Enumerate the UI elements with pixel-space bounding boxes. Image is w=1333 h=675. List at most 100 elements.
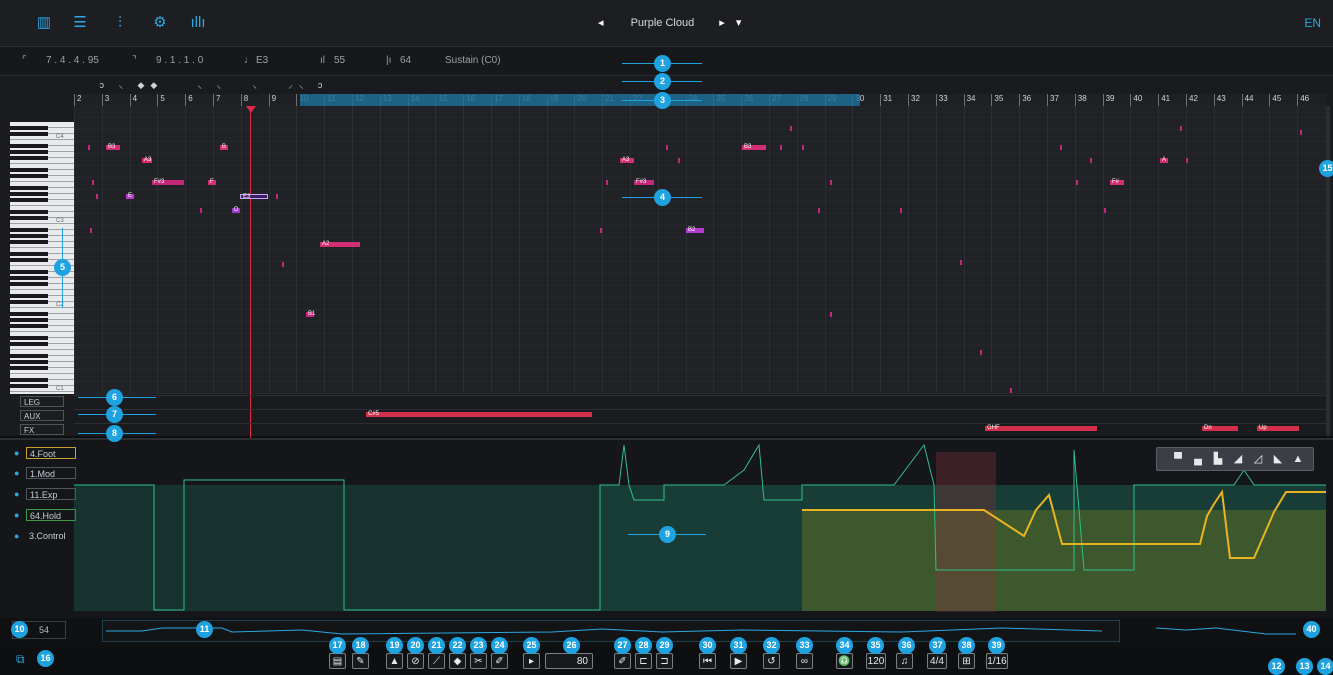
note[interactable]	[606, 180, 608, 185]
note[interactable]: A2	[320, 241, 360, 247]
bar-number[interactable]: 37	[1047, 94, 1075, 106]
controller-name[interactable]: Sustain (C0)	[445, 55, 501, 66]
tempo-field[interactable]: 120	[866, 653, 886, 669]
controller-value[interactable]: 64	[400, 55, 411, 66]
velocity-field[interactable]: 80	[545, 653, 593, 669]
cut-icon[interactable]: ✂	[470, 653, 487, 669]
note[interactable]: B2	[686, 227, 704, 233]
note[interactable]	[92, 180, 94, 185]
bar-number[interactable]: 9	[268, 94, 297, 106]
edit-icon[interactable]: ✎	[352, 653, 369, 669]
note[interactable]	[818, 208, 820, 213]
bar-number[interactable]: 7	[213, 94, 241, 106]
bar-number[interactable]: 41	[1158, 94, 1186, 106]
position-value[interactable]: 7 . 4 . 4 . 95	[46, 55, 99, 66]
note[interactable]: B1	[306, 311, 315, 317]
controller-row[interactable]: ● 64.Hold	[10, 509, 76, 521]
bar-number[interactable]: 38	[1074, 94, 1103, 106]
bar-number[interactable]: 8	[240, 94, 269, 106]
ramp3-icon[interactable]: ◣	[1271, 452, 1285, 466]
bar-number[interactable]: 4	[129, 94, 158, 106]
note-selected[interactable]: E3	[240, 194, 268, 200]
note[interactable]	[830, 312, 832, 317]
fx-clip[interactable]: Dn	[1202, 425, 1238, 431]
note[interactable]	[830, 180, 832, 185]
next-preset-icon[interactable]: ▸	[719, 17, 725, 29]
bar-number[interactable]: 44	[1241, 94, 1270, 106]
controller-label[interactable]: 64.Hold	[26, 509, 76, 521]
note[interactable]	[780, 145, 782, 150]
note[interactable]	[960, 260, 962, 265]
controller-row[interactable]: ● 3.Control	[10, 530, 70, 542]
lane-label-fx[interactable]: FX	[20, 424, 64, 435]
loop-icon[interactable]: ↺	[763, 653, 780, 669]
note[interactable]	[90, 228, 92, 233]
note[interactable]	[600, 228, 602, 233]
bar-number[interactable]: 3	[101, 94, 130, 106]
bar-number[interactable]: 45	[1269, 94, 1297, 106]
glue-icon[interactable]: ✐	[491, 653, 508, 669]
bar-number[interactable]: 46	[1297, 94, 1325, 106]
piano-roll-icon[interactable]: ▥	[34, 14, 54, 32]
length-value[interactable]: 9 . 1 . 1 . 0	[156, 55, 203, 66]
triangle-icon[interactable]: ▲	[1291, 452, 1305, 466]
piano-keyboard[interactable]: C4 C3 C2 C1	[10, 122, 74, 394]
eraser-icon[interactable]: ◆	[449, 653, 466, 669]
preset-selector[interactable]: ◂ Purple Cloud ▸ ▾	[598, 16, 758, 32]
mute-icon[interactable]: ⊘	[407, 653, 424, 669]
bar-number[interactable]: 35	[991, 94, 1019, 106]
step3-icon[interactable]: ▙	[1211, 452, 1225, 466]
note[interactable]	[678, 158, 680, 163]
eye-icon[interactable]: ●	[14, 467, 19, 479]
note[interactable]	[88, 145, 90, 150]
controller-curves[interactable]	[74, 440, 1328, 616]
velocity-value[interactable]: 55	[334, 55, 345, 66]
quantize-start-icon[interactable]: ⊏	[635, 653, 652, 669]
note[interactable]: B3	[742, 144, 766, 150]
layers-icon[interactable]: ⧉	[16, 652, 30, 666]
note[interactable]	[1300, 130, 1302, 135]
note[interactable]	[790, 126, 792, 131]
note[interactable]: B3	[106, 144, 120, 150]
note[interactable]: F#	[1110, 179, 1124, 185]
bar-number[interactable]: 42	[1186, 94, 1214, 106]
fx-clip[interactable]: Up	[1257, 425, 1299, 431]
prev-preset-icon[interactable]: ◂	[598, 17, 604, 29]
ramp-icon[interactable]: ◢	[1231, 452, 1245, 466]
note[interactable]	[1090, 158, 1092, 163]
preset-menu-icon[interactable]: ▾	[736, 17, 742, 29]
note[interactable]	[1186, 158, 1188, 163]
bar-number[interactable]: 5	[157, 94, 185, 106]
bar-number[interactable]: 32	[908, 94, 936, 106]
quantize-end-icon[interactable]: ⊐	[656, 653, 673, 669]
note[interactable]: A	[1160, 157, 1168, 163]
bar-number[interactable]: 33	[935, 94, 964, 106]
step2-icon[interactable]: ▄	[1191, 452, 1205, 466]
loop-region[interactable]	[300, 94, 860, 106]
note[interactable]: D	[232, 207, 240, 213]
bar-number[interactable]: 6	[185, 94, 213, 106]
note[interactable]	[1060, 145, 1062, 150]
note[interactable]	[96, 194, 98, 199]
bar-number[interactable]: 2	[74, 94, 102, 106]
speaker-icon[interactable]: ♫	[896, 653, 913, 669]
link-icon[interactable]: ∞	[796, 653, 813, 669]
note[interactable]: F#3	[634, 179, 654, 185]
bar-number[interactable]: 34	[963, 94, 992, 106]
brush-icon[interactable]: ✐	[614, 653, 631, 669]
note[interactable]	[1010, 388, 1012, 393]
note[interactable]	[1104, 208, 1106, 213]
note[interactable]	[666, 145, 668, 150]
controller-row[interactable]: ● 11.Exp	[10, 488, 76, 500]
note[interactable]	[200, 208, 202, 213]
note[interactable]	[900, 208, 902, 213]
bar-number[interactable]: 40	[1130, 94, 1158, 106]
controller-label[interactable]: 11.Exp	[26, 488, 76, 500]
note[interactable]: A3	[142, 157, 152, 163]
note-grid[interactable]	[74, 106, 1326, 394]
eye-icon[interactable]: ●	[14, 447, 19, 459]
bar-number[interactable]: 36	[1019, 94, 1047, 106]
bar-number[interactable]: 31	[880, 94, 908, 106]
grid-field[interactable]: 1/16	[986, 653, 1008, 669]
step-icon[interactable]: ▀	[1171, 452, 1185, 466]
